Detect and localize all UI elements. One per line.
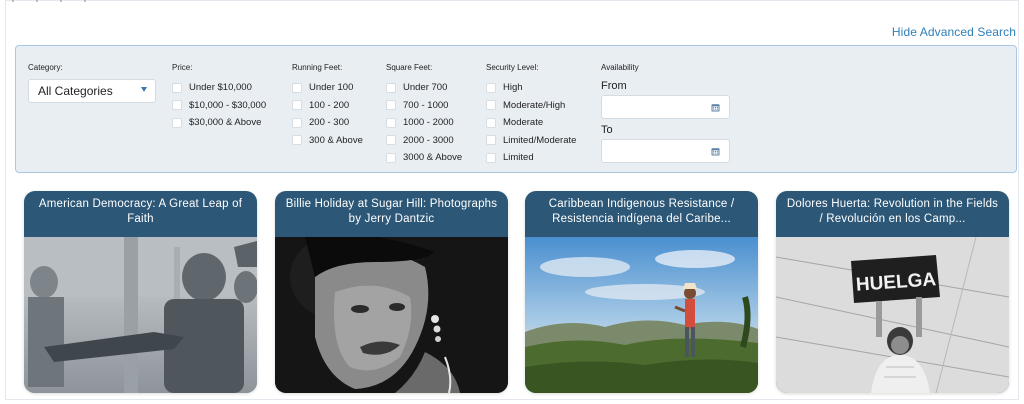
running-feet-label: Running Feet: [292,63,343,72]
running-feet-option-label: 100 - 200 [309,99,350,111]
security-level-filter: Security Level: High Moderate/High Moder… [486,63,576,167]
calendar-icon[interactable] [711,147,720,156]
price-option-label: Under $10,000 [189,82,252,94]
price-filter: Price: Under $10,000 $10,000 - $30,000 $… [172,63,266,132]
security-level-option[interactable]: Limited/Moderate [486,132,576,150]
security-level-option-label: Limited/Moderate [503,134,577,146]
square-feet-option-label: Under 700 [403,82,448,94]
security-level-checkbox[interactable] [486,135,496,146]
security-level-checkbox[interactable] [486,152,496,163]
price-option[interactable]: $30,000 & Above [172,114,266,132]
from-date-input[interactable] [601,95,730,119]
security-level-option[interactable]: Moderate/High [486,97,576,115]
card-image[interactable]: HUELGA [776,237,1009,393]
exhibition-card[interactable]: Caribbean Indigenous Resistance / Resist… [525,191,758,393]
availability-filter: Availability From To [601,63,730,167]
running-feet-option-label: 300 & Above [309,134,363,146]
square-feet-option-label: 1000 - 2000 [403,117,454,129]
from-label: From [601,80,627,92]
square-feet-checkbox[interactable] [386,117,396,128]
running-feet-option-label: 200 - 300 [309,117,350,129]
exhibition-card[interactable]: Dolores Huerta: Revolution in the Fields… [776,191,1009,393]
card-title[interactable]: Caribbean Indigenous Resistance / Resist… [525,191,758,237]
square-feet-option[interactable]: Under 700 [386,79,462,97]
top-cutoff-text [12,0,122,4]
card-image[interactable] [24,237,257,393]
square-feet-option[interactable]: 1000 - 2000 [386,114,462,132]
running-feet-option[interactable]: 100 - 200 [292,97,363,115]
price-checkbox[interactable] [172,117,182,128]
card-title[interactable]: Dolores Huerta: Revolution in the Fields… [776,191,1009,237]
running-feet-option[interactable]: 200 - 300 [292,114,363,132]
security-level-checkbox[interactable] [486,100,496,111]
security-level-option-label: Moderate [503,117,544,129]
category-filter: Category: All Categories [28,63,156,103]
security-level-label: Security Level: [486,63,539,72]
category-select[interactable]: All Categories [28,79,156,103]
running-feet-option[interactable]: 300 & Above [292,132,363,150]
exhibition-card[interactable]: American Democracy: A Great Leap of Fait… [24,191,257,393]
security-level-option[interactable]: Limited [486,149,576,167]
running-feet-checkbox[interactable] [292,100,302,111]
square-feet-option-label: 2000 - 3000 [403,134,454,146]
square-feet-option[interactable]: 2000 - 3000 [386,132,462,150]
exhibition-card[interactable]: Billie Holiday at Sugar Hill: Photograph… [275,191,508,393]
to-label: To [601,124,613,136]
category-select-value: All Categories [38,84,113,98]
running-feet-option[interactable]: Under 100 [292,79,363,97]
price-option-label: $10,000 - $30,000 [189,99,267,111]
square-feet-option-label: 700 - 1000 [403,99,449,111]
running-feet-checkbox[interactable] [292,82,302,93]
running-feet-filter: Running Feet: Under 100 100 - 200 200 - … [292,63,363,149]
to-date-input[interactable] [601,139,730,163]
square-feet-checkbox[interactable] [386,152,396,163]
running-feet-checkbox[interactable] [292,117,302,128]
card-image[interactable] [275,237,508,393]
square-feet-checkbox[interactable] [386,100,396,111]
availability-label: Availability [601,63,639,72]
card-title[interactable]: American Democracy: A Great Leap of Fait… [24,191,257,237]
hide-advanced-search-link[interactable]: Hide Advanced Search [892,25,1016,39]
price-option[interactable]: $10,000 - $30,000 [172,97,266,115]
chevron-down-icon [141,87,147,92]
security-level-option-label: High [503,82,523,94]
square-feet-option[interactable]: 700 - 1000 [386,97,462,115]
square-feet-option[interactable]: 3000 & Above [386,149,462,167]
price-option-label: $30,000 & Above [189,117,262,129]
security-level-checkbox[interactable] [486,82,496,93]
price-label: Price: [172,63,193,72]
security-level-option-label: Moderate/High [503,99,566,111]
calendar-icon[interactable] [711,103,720,112]
advanced-search-panel: Category: All Categories Price: Under $1… [15,45,1017,173]
price-checkbox[interactable] [172,100,182,111]
security-level-option[interactable]: High [486,79,576,97]
price-option[interactable]: Under $10,000 [172,79,266,97]
card-image[interactable] [525,237,758,393]
security-level-option-label: Limited [503,152,534,164]
square-feet-option-label: 3000 & Above [403,152,463,164]
price-checkbox[interactable] [172,82,182,93]
running-feet-option-label: Under 100 [309,82,354,94]
square-feet-checkbox[interactable] [386,135,396,146]
security-level-checkbox[interactable] [486,117,496,128]
square-feet-label: Square Feet: [386,63,433,72]
square-feet-checkbox[interactable] [386,82,396,93]
running-feet-checkbox[interactable] [292,135,302,146]
category-label: Category: [28,63,63,72]
security-level-option[interactable]: Moderate [486,114,576,132]
card-title[interactable]: Billie Holiday at Sugar Hill: Photograph… [275,191,508,237]
square-feet-filter: Square Feet: Under 700 700 - 1000 1000 -… [386,63,462,167]
